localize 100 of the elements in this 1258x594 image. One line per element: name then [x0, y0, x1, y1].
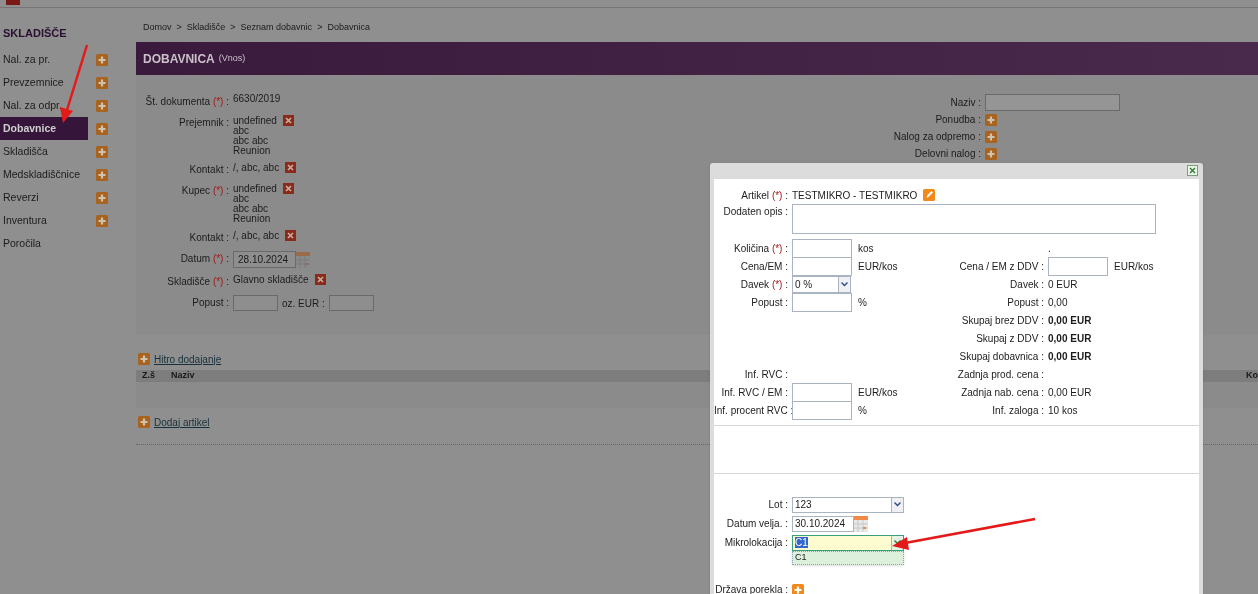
input-field[interactable]	[328, 295, 374, 311]
calendar-icon[interactable]	[296, 251, 310, 268]
article-value: TESTMIKRO - TESTMIKRO	[792, 188, 918, 203]
field-label: Delovni nalog :	[913, 147, 982, 161]
field-label: Zadnja nab. cena :	[960, 385, 1045, 400]
field-label: Cena/EM :	[739, 259, 789, 274]
sidebar-item[interactable]: Medskladiščnice	[0, 163, 88, 186]
add-icon[interactable]	[985, 113, 997, 126]
field-value: undefined	[233, 115, 277, 126]
add-icon[interactable]	[96, 191, 108, 204]
date-field[interactable]: 28.10.2024	[233, 251, 296, 268]
remove-icon[interactable]	[314, 274, 326, 285]
field-value: 0,00	[1048, 295, 1068, 310]
unit-label: EUR/kos	[858, 259, 898, 274]
sidebar-item[interactable]: Prevzemnice	[0, 71, 88, 94]
add-icon[interactable]	[96, 99, 108, 112]
field-label: Naziv :	[949, 96, 982, 110]
add-icon[interactable]	[138, 353, 150, 365]
remove-icon[interactable]	[282, 115, 294, 126]
field-label: Artikel (*) :	[740, 188, 789, 203]
field-label: Popust :	[1006, 295, 1045, 310]
field-value: 10 kos	[1048, 403, 1078, 418]
input-field[interactable]	[1048, 256, 1108, 276]
field-value: /, abc, abc	[233, 162, 280, 173]
add-icon[interactable]	[138, 416, 150, 428]
edit-icon[interactable]	[923, 189, 936, 201]
field-label: Nalog za odpremo :	[892, 130, 982, 144]
field-label: Popust :	[750, 295, 789, 310]
field-value: Reunion	[233, 146, 271, 156]
breadcrumb-separator: >	[176, 21, 182, 35]
field-value: 6630/2019	[233, 94, 281, 104]
location-select[interactable]: C1	[792, 534, 904, 551]
sidebar-item[interactable]: Nal. za pr.	[0, 48, 88, 71]
field-label: Datum (*) :	[179, 252, 230, 266]
unit-label: kos	[858, 241, 874, 256]
sidebar-item[interactable]: Skladišča	[0, 140, 88, 163]
dropdown-option[interactable]: C1	[792, 551, 904, 565]
field-label: Datum velja. :	[725, 517, 789, 531]
field-value: abc abc	[233, 204, 269, 214]
add-icon[interactable]	[985, 130, 997, 143]
field-label: Inf. RVC / EM :	[720, 385, 789, 400]
note-mark: .	[1048, 241, 1051, 256]
add-icon[interactable]	[96, 53, 108, 66]
field-value: abc	[233, 194, 250, 204]
field-label: Inf. procent RVC :	[714, 403, 792, 418]
breadcrumb-separator: >	[230, 21, 236, 35]
input-field[interactable]	[233, 295, 278, 311]
field-value: 0,00 EUR	[1048, 313, 1092, 328]
calendar-icon[interactable]	[854, 515, 868, 532]
field-value: /, abc, abc	[233, 230, 280, 241]
breadcrumb-link[interactable]: Dobavnica	[327, 21, 370, 35]
add-icon[interactable]	[96, 122, 108, 135]
input-field[interactable]	[985, 94, 1120, 111]
sidebar-item[interactable]: Inventura	[0, 209, 88, 232]
field-label: Cena / EM z DDV :	[958, 259, 1045, 274]
field-label: Skladišče (*) :	[166, 275, 230, 289]
field-label: Kontakt :	[188, 231, 230, 245]
breadcrumb-link[interactable]: Domov	[143, 21, 172, 35]
field-label: Davek :	[1009, 277, 1045, 292]
field-label: Inf. RVC :	[743, 367, 789, 382]
breadcrumb-link[interactable]: Skladišče	[186, 21, 226, 35]
date-field[interactable]: 30.10.2024	[792, 515, 854, 532]
add-icon[interactable]	[96, 145, 108, 158]
description-field[interactable]	[792, 204, 1156, 234]
sidebar-title: SKLADIŠČE	[2, 26, 68, 41]
field-label: Kupec (*) :	[180, 184, 230, 198]
add-icon[interactable]	[96, 76, 108, 89]
quick-add-link[interactable]: Hitro dodajanje	[154, 351, 222, 367]
field-value: 0,00 EUR	[1048, 349, 1092, 364]
add-icon[interactable]	[96, 214, 108, 227]
add-article-link[interactable]: Dodaj artikel	[154, 414, 210, 430]
field-value: Glavno skladišče	[233, 274, 309, 285]
sidebar-item[interactable]: Dobavnice	[0, 117, 88, 140]
breadcrumb-link[interactable]: Seznam dobavnic	[240, 21, 313, 35]
field-value: 0 EUR	[1048, 277, 1078, 292]
column-header: Naziv	[171, 369, 195, 383]
close-icon	[1189, 167, 1196, 174]
logo-icon	[6, 0, 20, 5]
remove-icon[interactable]	[285, 230, 297, 241]
lot-select[interactable]: 123	[792, 496, 904, 513]
unit-label: EUR/kos	[858, 385, 898, 400]
close-button[interactable]	[1187, 165, 1198, 176]
remove-icon[interactable]	[282, 183, 294, 194]
field-label: Skupaj z DDV :	[975, 331, 1045, 346]
sidebar-item[interactable]: Poročila	[0, 232, 88, 255]
sidebar-item[interactable]: Reverzi	[0, 186, 88, 209]
input-field[interactable]	[792, 382, 852, 402]
add-icon[interactable]	[985, 147, 997, 160]
page-subtitle: (Vnos)	[218, 51, 246, 65]
breadcrumb-separator: >	[317, 21, 323, 35]
field-label: Zadnja prod. cena :	[956, 367, 1045, 382]
field-label: Davek (*) :	[739, 277, 789, 292]
field-value: 0,00 EUR	[1048, 385, 1092, 400]
remove-icon[interactable]	[285, 162, 297, 173]
add-icon[interactable]	[96, 168, 108, 181]
sidebar-item[interactable]: Nal. za odpr.	[0, 94, 88, 117]
input-field[interactable]	[792, 238, 852, 258]
field-label: Inf. zaloga :	[991, 403, 1045, 418]
caret-icon	[894, 502, 901, 507]
field-value: abc	[233, 126, 250, 136]
